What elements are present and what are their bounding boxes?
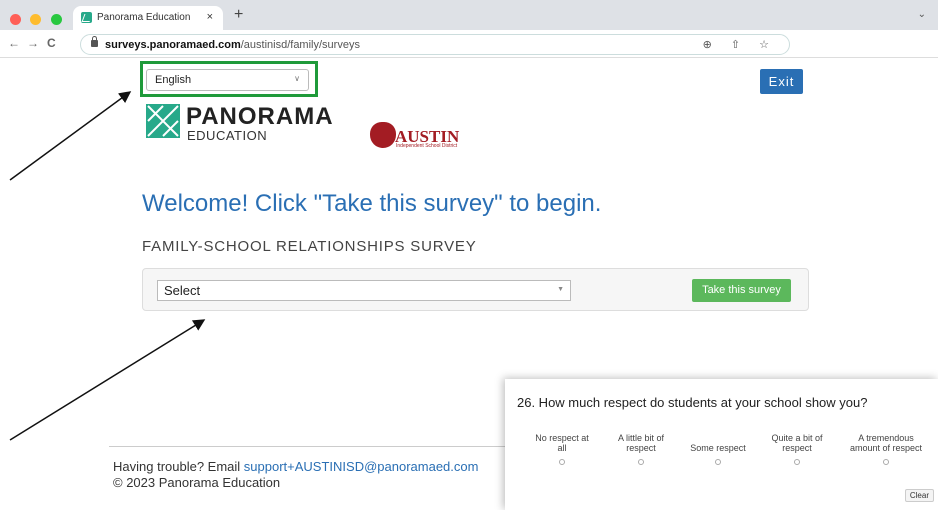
new-tab-button[interactable]: + [234,6,243,24]
panorama-logo-name: PANORAMA [186,103,334,130]
survey-title: FAMILY-SCHOOL RELATIONSHIPS SURVEY [142,238,477,255]
option-label: Quite a bit of respect [771,433,823,453]
arrow-to-survey-panel [9,319,206,441]
panorama-favicon-icon [81,12,92,23]
tab-title: Panorama Education [97,12,191,23]
option-label: A tremendous amount of respect [849,433,923,453]
forward-icon[interactable]: → [27,36,39,50]
survey-select-value: Select [164,283,201,298]
close-window-button[interactable] [10,14,21,25]
address-bar[interactable]: surveys.panoramaed.com/austinisd/family/… [80,34,790,55]
footer-divider [109,446,509,447]
option-label: No respect at all [535,433,589,453]
browser-toolbar: ← → C surveys.panoramaed.com/austinisd/f… [0,30,938,58]
austin-logo-sub: Independent School District [396,143,458,149]
option-radio[interactable] [883,459,889,465]
question-card: 26. How much respect do students at your… [505,379,938,510]
option-label: A little bit of respect [617,433,665,453]
highlight-box [140,61,318,97]
lock-icon [91,36,98,47]
arrow-to-language-select [9,91,132,181]
browser-tab[interactable]: Panorama Education × [73,6,223,30]
option-radio[interactable] [794,459,800,465]
minimize-window-button[interactable] [30,14,42,25]
welcome-heading: Welcome! Click "Take this survey" to beg… [142,190,602,217]
caret-down-icon: ▼ [557,286,564,293]
url-text: surveys.panoramaed.com/austinisd/family/… [105,39,360,51]
panorama-logo-icon [146,104,180,138]
maximize-window-button[interactable] [50,14,62,25]
tab-search-icon[interactable]: ⌄ [918,9,926,20]
apple-icon [370,122,396,148]
browser-tab-bar: Panorama Education × + ⌄ [0,0,938,30]
clear-button[interactable]: Clear [904,489,934,502]
footer-help: Having trouble? Email support+AUSTINISD@… [113,459,478,474]
question-text: 26. How much respect do students at your… [517,395,868,410]
survey-picker-panel: Select ▼ Take this survey [142,268,809,311]
window-controls [10,12,67,30]
take-survey-button[interactable]: Take this survey [692,279,791,302]
tab-close-icon[interactable]: × [207,11,213,23]
option-radio[interactable] [715,459,721,465]
option-radio[interactable] [638,459,644,465]
footer-help-prefix: Having trouble? Email [113,459,244,474]
option-radio[interactable] [559,459,565,465]
reload-icon[interactable]: C [47,36,56,50]
address-bar-actions[interactable]: ⊕ ⇧ ☆ [703,38,777,51]
panorama-logo-sub: EDUCATION [187,128,268,143]
exit-button[interactable]: Exit [760,69,803,94]
survey-select[interactable]: Select ▼ [157,280,571,301]
back-icon[interactable]: ← [8,36,20,50]
support-email-link[interactable]: support+AUSTINISD@panoramaed.com [244,459,479,474]
option-label: Some respect [690,443,746,453]
copyright: © 2023 Panorama Education [113,475,281,490]
